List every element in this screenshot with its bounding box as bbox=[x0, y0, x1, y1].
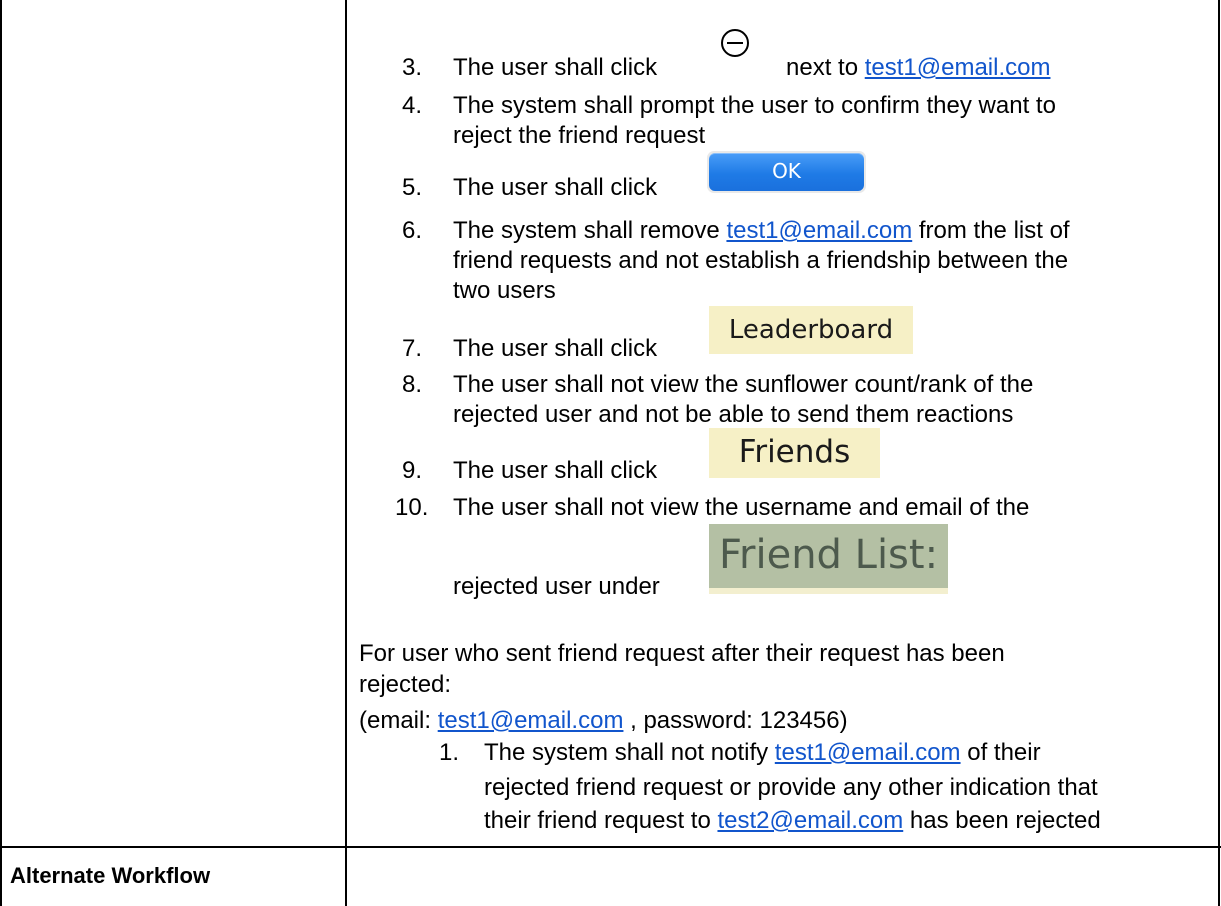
step-text: The system shall remove test1@email.com … bbox=[453, 216, 1070, 245]
step-text: reject the friend request bbox=[453, 122, 706, 149]
email-link[interactable]: test1@email.com bbox=[726, 217, 912, 244]
step-text: The system shall not notify test1@email.… bbox=[484, 738, 1041, 767]
leaderboard-tab[interactable]: Leaderboard bbox=[709, 306, 913, 354]
step-text: The user shall click bbox=[453, 174, 658, 201]
step-text: The user shall not view the username and… bbox=[453, 494, 1030, 521]
step-text-pre: their friend request to bbox=[484, 807, 711, 834]
email-link[interactable]: test1@email.com bbox=[865, 54, 1051, 81]
step-number: 4. bbox=[402, 92, 423, 119]
sender-intro: For user who sent friend request after t… bbox=[359, 640, 1005, 667]
step-number: 9. bbox=[402, 457, 423, 484]
step-text: rejected friend request or provide any o… bbox=[484, 774, 1098, 801]
sender-credentials: (email: test1@email.com , password: 1234… bbox=[359, 706, 848, 735]
email-link[interactable]: test1@email.com bbox=[775, 739, 961, 766]
friends-tab[interactable]: Friends bbox=[709, 428, 880, 478]
table-border-middle bbox=[345, 0, 347, 906]
remove-circle-icon[interactable] bbox=[720, 28, 750, 58]
step-number: 6. bbox=[402, 217, 423, 244]
friend-list-heading: Friend List: bbox=[709, 524, 948, 594]
step-text: their friend request to test2@email.com … bbox=[484, 806, 1101, 835]
step-number: 10. bbox=[395, 494, 429, 521]
step-text: The user shall click bbox=[453, 54, 658, 81]
table-border-left bbox=[0, 0, 2, 906]
step-text: friend requests and not establish a frie… bbox=[453, 247, 1069, 274]
step-number: 8. bbox=[402, 371, 423, 398]
step-text: rejected user and not be able to send th… bbox=[453, 401, 1014, 428]
table: 3. The user shall click next to test1@em… bbox=[0, 0, 1221, 906]
step-text: rejected user under bbox=[453, 573, 660, 600]
step-number: 5. bbox=[402, 174, 423, 201]
email-link[interactable]: test1@email.com bbox=[438, 707, 624, 734]
step-text: The system shall prompt the user to conf… bbox=[453, 92, 1056, 119]
step-text-pre: The system shall not notify bbox=[484, 739, 769, 766]
step-text-post: has been rejected bbox=[909, 807, 1101, 834]
ok-button[interactable]: OK bbox=[709, 153, 864, 191]
alternate-workflow-label: Alternate Workflow bbox=[10, 863, 211, 888]
email-link[interactable]: test2@email.com bbox=[717, 807, 903, 834]
step-text: The user shall not view the sunflower co… bbox=[453, 371, 1034, 398]
step-text: two users bbox=[453, 277, 556, 304]
step-text-pre: The system shall remove bbox=[453, 217, 720, 244]
step-number: 1. bbox=[439, 739, 460, 766]
step-number: 7. bbox=[402, 335, 423, 362]
credentials-post: , password: 123456) bbox=[623, 707, 848, 734]
table-border-right bbox=[1218, 0, 1220, 906]
step-number: 3. bbox=[402, 54, 423, 81]
step-text-post: of their bbox=[967, 739, 1041, 766]
sender-intro: rejected: bbox=[359, 671, 452, 698]
step-text: The user shall click bbox=[453, 457, 658, 484]
step-text: next to test1@email.com bbox=[786, 53, 1050, 82]
step-text-post: next to bbox=[786, 54, 859, 81]
table-row-divider bbox=[0, 846, 1221, 848]
credentials-pre: (email: bbox=[359, 707, 438, 734]
friend-list-underline bbox=[709, 588, 948, 594]
friend-list-heading-text: Friend List: bbox=[718, 532, 939, 578]
step-text: The user shall click bbox=[453, 335, 658, 362]
step-text-post: from the list of bbox=[918, 217, 1070, 244]
